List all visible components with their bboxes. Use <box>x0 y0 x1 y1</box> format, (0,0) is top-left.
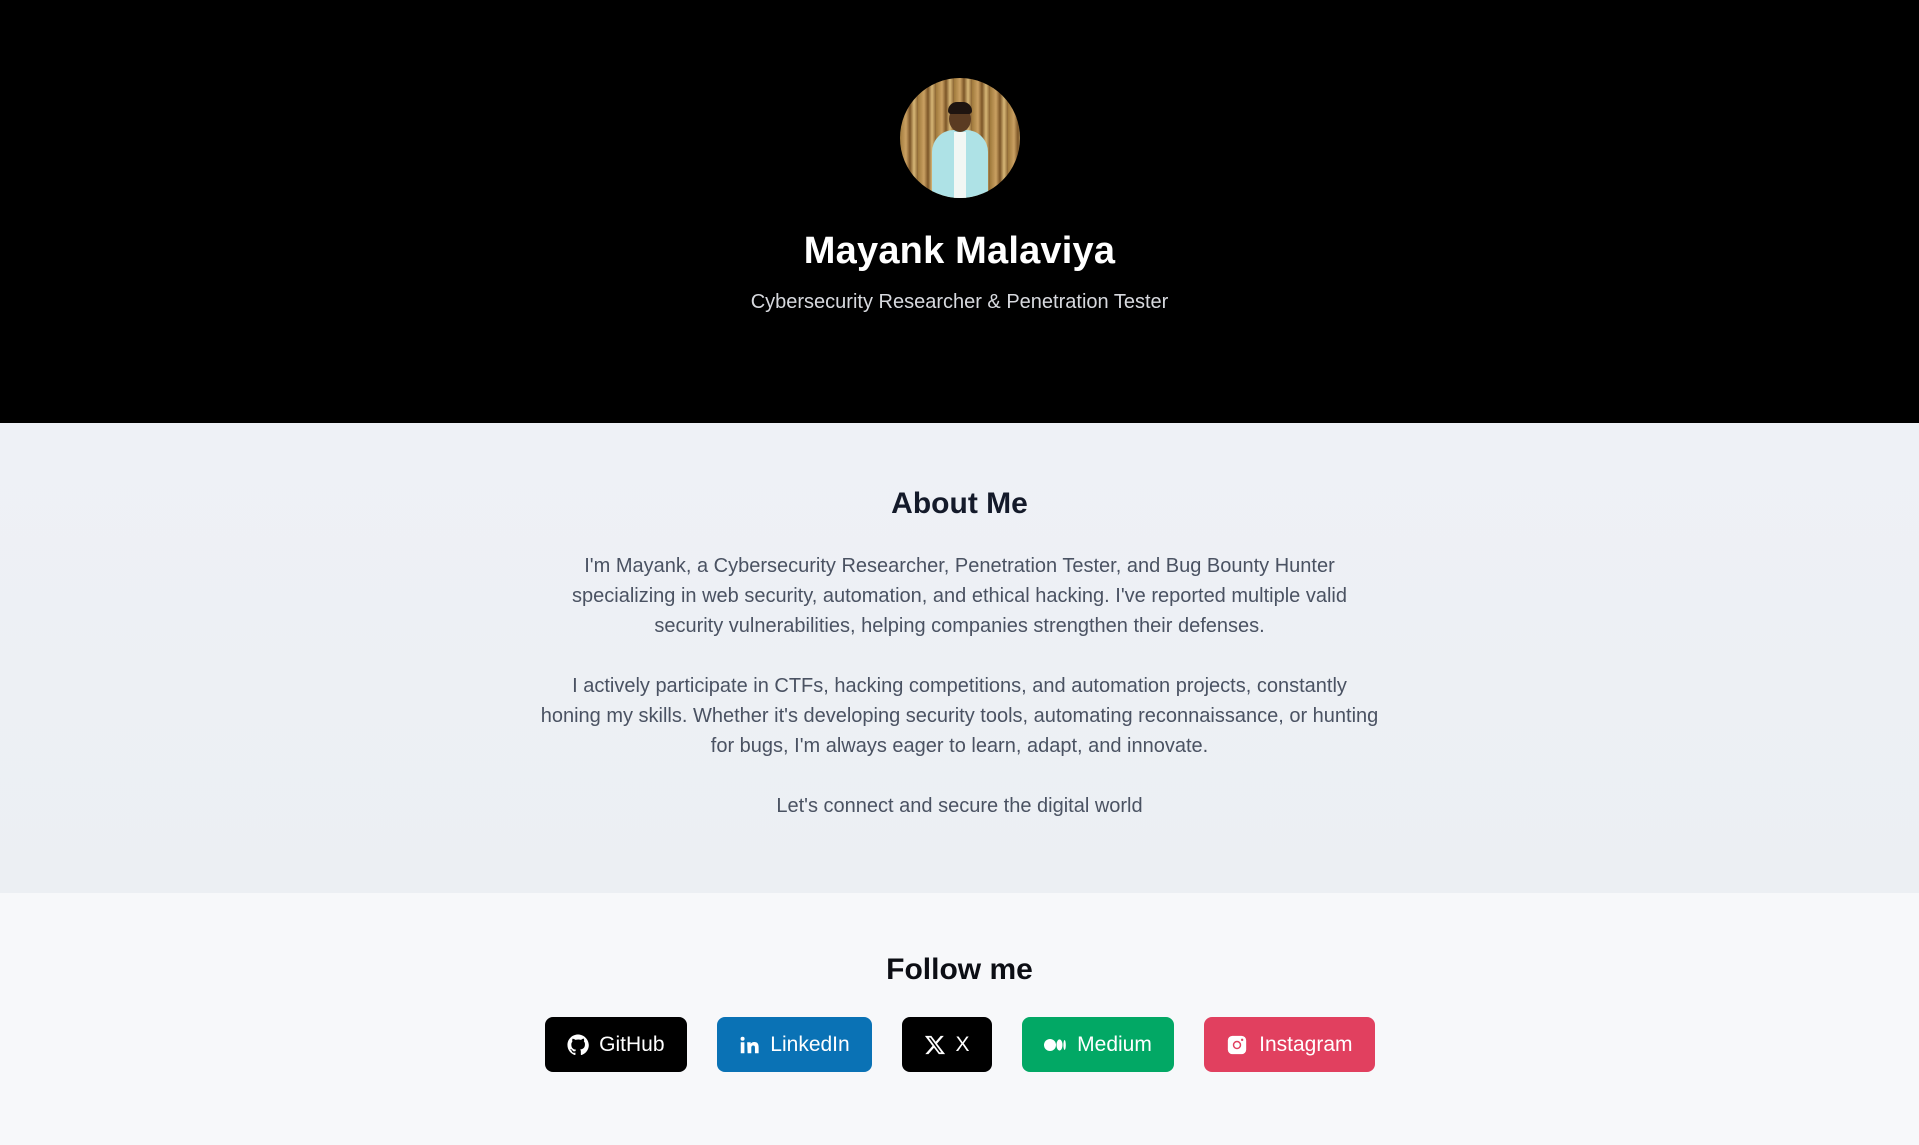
github-button[interactable]: GitHub <box>544 1017 687 1072</box>
github-label: GitHub <box>599 1032 665 1056</box>
medium-label: Medium <box>1077 1032 1152 1056</box>
avatar <box>899 78 1020 198</box>
about-paragraph: I'm Mayank, a Cybersecurity Researcher, … <box>572 555 1347 637</box>
instagram-icon <box>1226 1033 1250 1057</box>
medium-icon <box>1043 1033 1067 1057</box>
linkedin-icon <box>738 1033 760 1057</box>
profile-name: Mayank Malaviya <box>803 230 1116 272</box>
about-paragraph: Let's connect and secure the digital wor… <box>776 795 1143 817</box>
follow-section: Follow me GitHub LinkedIn X Medium Insta… <box>0 893 1919 1145</box>
x-label: X <box>955 1032 970 1056</box>
about-text: I'm Mayank, a Cybersecurity Researcher, … <box>540 551 1380 821</box>
social-links: GitHub LinkedIn X Medium Instagram <box>544 1017 1375 1072</box>
about-title: About Me <box>891 487 1028 520</box>
about-section: About Me I'm Mayank, a Cybersecurity Res… <box>0 423 1919 893</box>
about-paragraph: I actively participate in CTFs, hacking … <box>540 675 1379 757</box>
instagram-label: Instagram <box>1259 1032 1353 1056</box>
instagram-button[interactable]: Instagram <box>1203 1017 1375 1072</box>
x-button[interactable]: X <box>901 1017 992 1072</box>
github-icon <box>567 1033 590 1057</box>
medium-button[interactable]: Medium <box>1021 1017 1174 1072</box>
linkedin-label: LinkedIn <box>770 1032 850 1056</box>
follow-title: Follow me <box>886 953 1033 986</box>
hero-section: Mayank Malaviya Cybersecurity Researcher… <box>0 0 1919 423</box>
linkedin-button[interactable]: LinkedIn <box>716 1017 872 1072</box>
x-icon <box>924 1033 946 1057</box>
profile-tagline: Cybersecurity Researcher & Penetration T… <box>750 291 1169 313</box>
